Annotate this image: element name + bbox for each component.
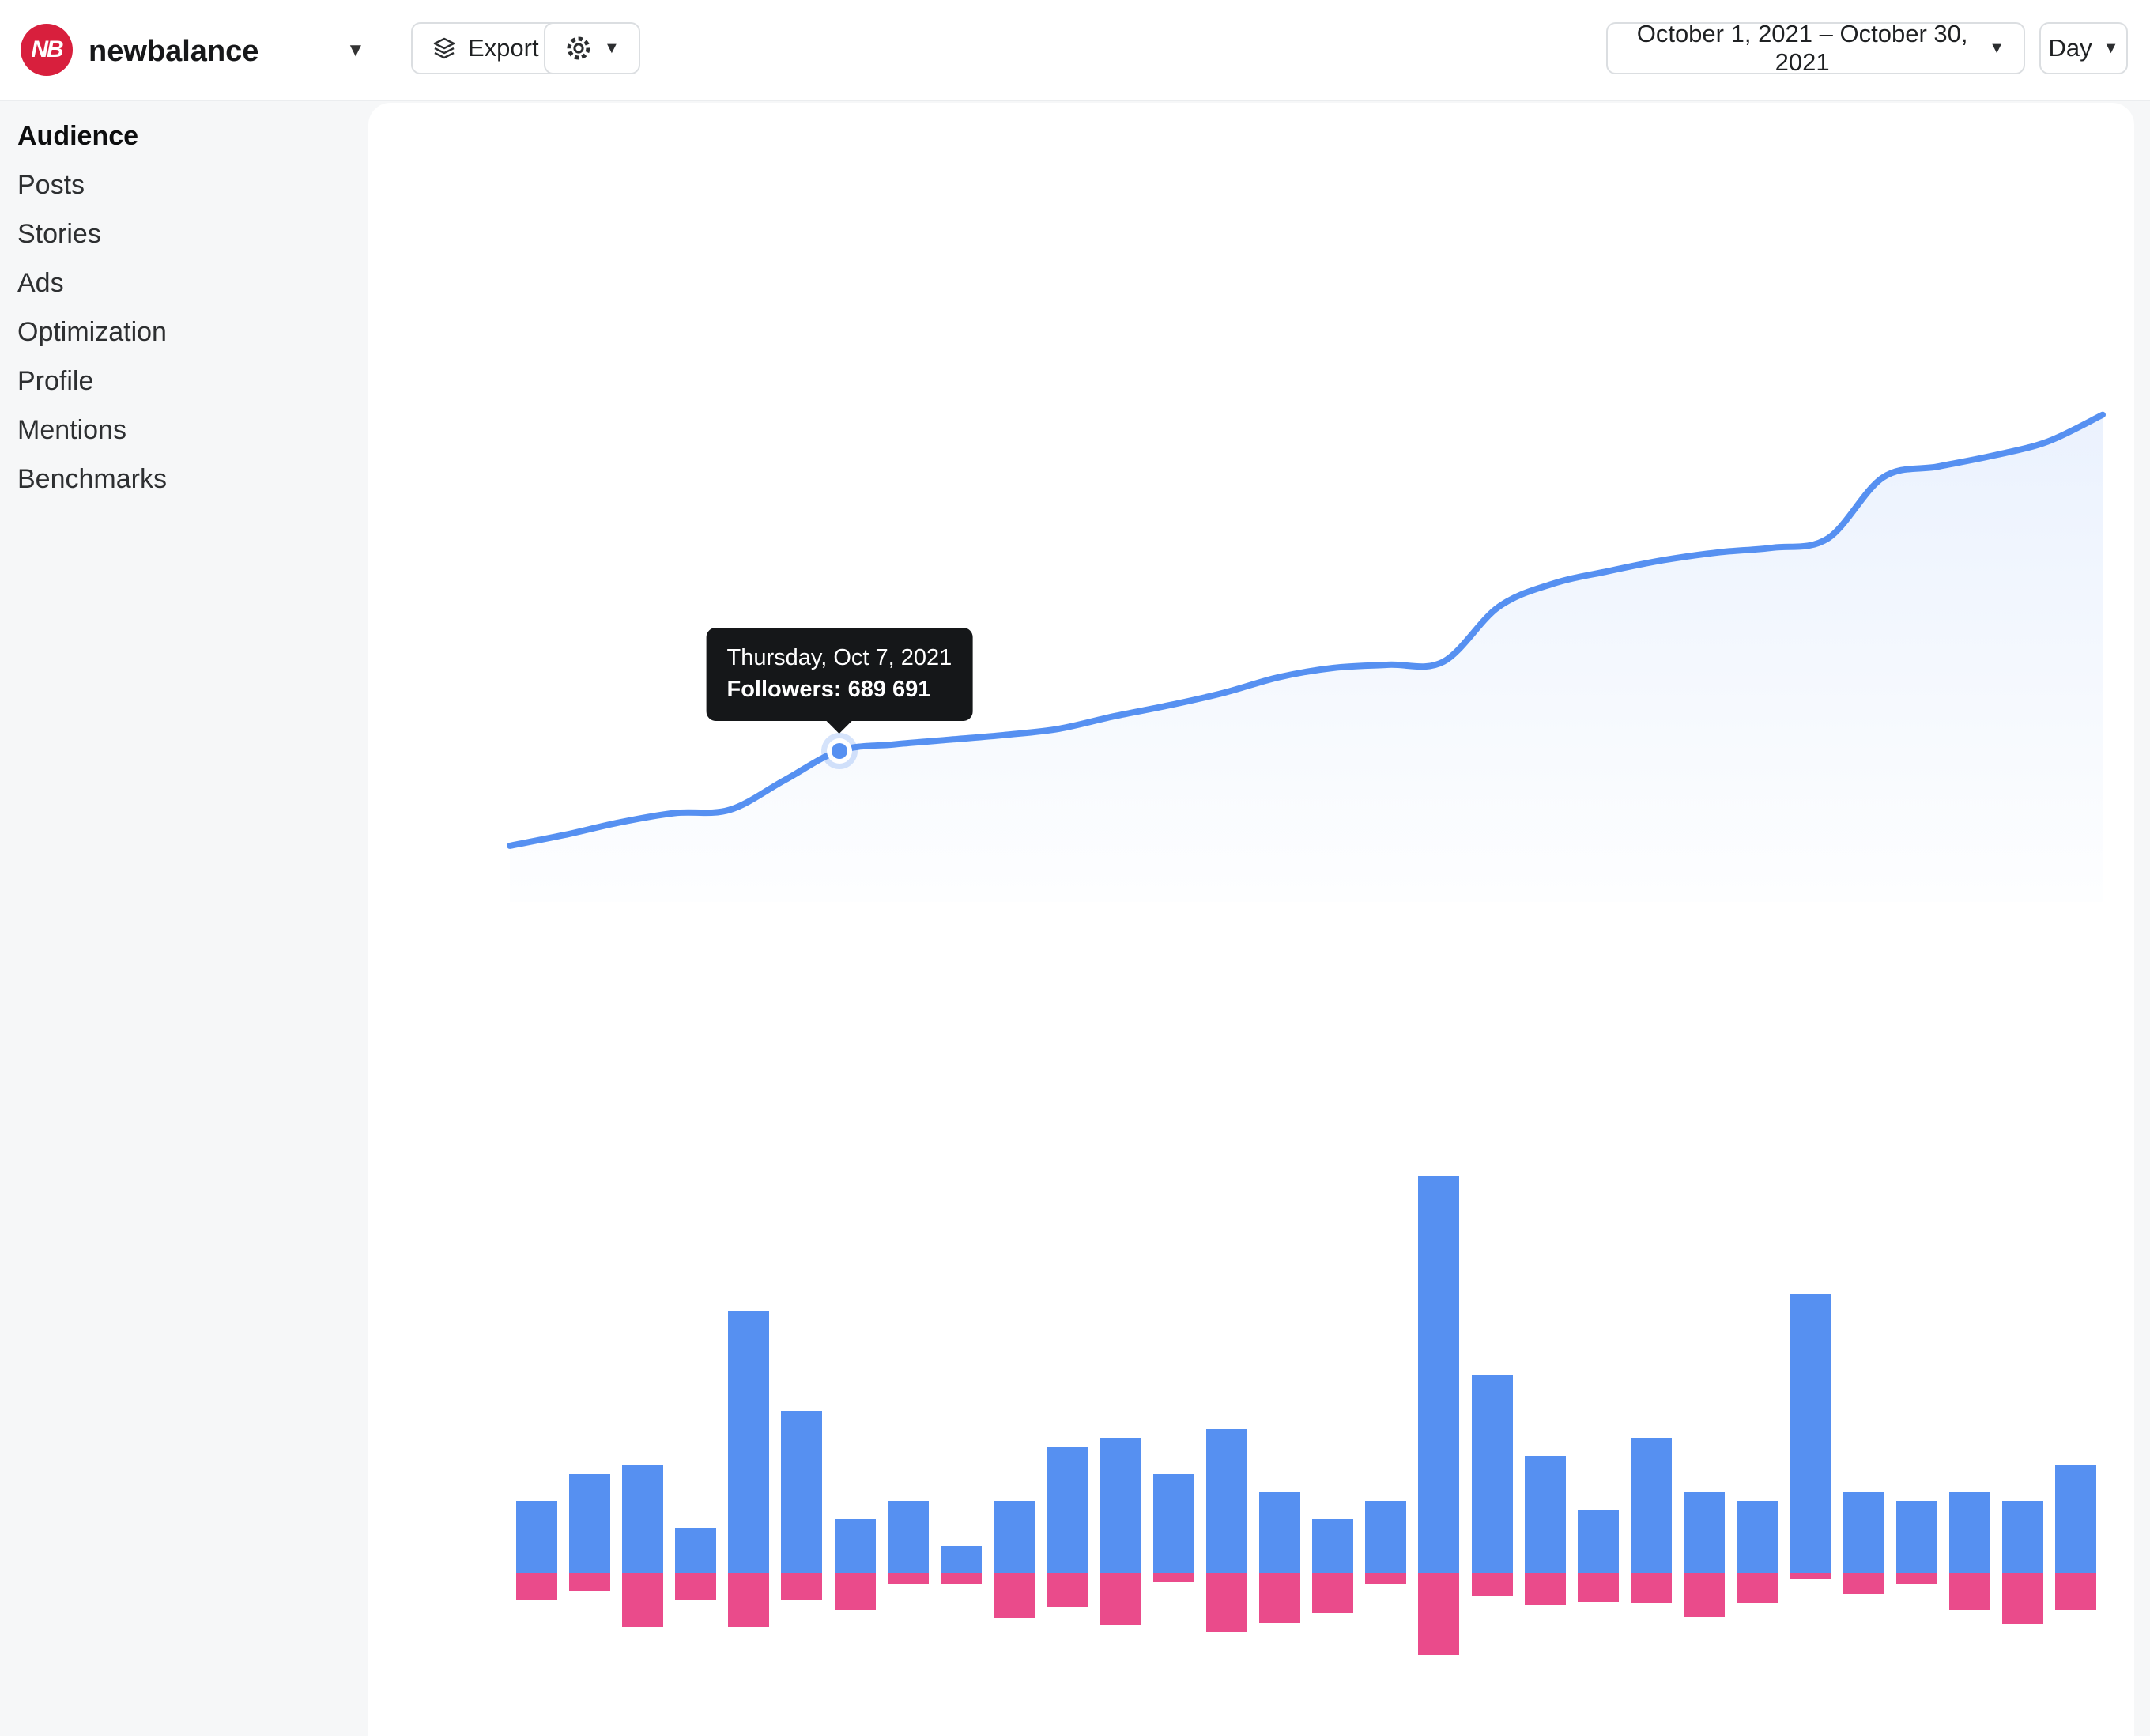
gained-bar[interactable]: [621, 1465, 663, 1573]
lost-bar[interactable]: [1524, 1573, 1566, 1605]
lost-bar[interactable]: [1047, 1573, 1088, 1608]
lost-bar[interactable]: [1205, 1573, 1247, 1632]
tooltip-value: Followers: 689 691: [726, 676, 931, 702]
gained-bar[interactable]: [1418, 1176, 1460, 1573]
date-range-label: October 1, 2021 – October 30, 2021: [1636, 20, 1968, 76]
lost-bar[interactable]: [1365, 1573, 1407, 1584]
gained-bar[interactable]: [1047, 1447, 1088, 1573]
gained-bar[interactable]: [2055, 1465, 2097, 1573]
highlight-point: [831, 742, 847, 759]
account-dropdown-caret[interactable]: ▼: [346, 40, 365, 62]
nb-logo-glyph: NB: [31, 36, 63, 62]
gained-bar[interactable]: [1471, 1375, 1513, 1573]
lost-bar[interactable]: [515, 1573, 557, 1601]
gained-bar[interactable]: [568, 1474, 610, 1573]
gained-bar[interactable]: [1365, 1500, 1407, 1573]
lost-bar[interactable]: [887, 1573, 929, 1584]
gained-bar[interactable]: [1684, 1492, 1726, 1573]
gained-bar[interactable]: [834, 1519, 876, 1573]
gear-icon: [567, 36, 590, 60]
granularity-caret-icon: ▼: [2103, 39, 2119, 57]
lost-bar[interactable]: [1843, 1573, 1884, 1594]
sidebar-item-audience[interactable]: Audience: [17, 119, 138, 153]
gained-bar[interactable]: [2002, 1500, 2044, 1573]
lost-bar[interactable]: [1895, 1573, 1937, 1584]
gained-bar[interactable]: [1843, 1492, 1884, 1573]
account-name: newbalance: [89, 35, 259, 68]
granularity-button[interactable]: Day ▼: [2039, 22, 2128, 74]
lost-bar[interactable]: [1418, 1573, 1460, 1655]
gained-bar[interactable]: [1895, 1500, 1937, 1573]
tooltip-date: Thursday, Oct 7, 2021: [726, 644, 952, 670]
gained-bar[interactable]: [1790, 1293, 1831, 1573]
sidebar-item-optimization[interactable]: Optimization: [17, 315, 167, 349]
gained-bar[interactable]: [1258, 1492, 1300, 1573]
gained-bar[interactable]: [728, 1311, 770, 1573]
lost-bar[interactable]: [2055, 1573, 2097, 1610]
top-bar: NB newbalance ▼ Export ▼ ▼ October 1, 20…: [0, 0, 2150, 101]
sidebar-item-stories[interactable]: Stories: [17, 217, 101, 251]
gained-bar[interactable]: [887, 1500, 929, 1573]
sidebar-item-mentions[interactable]: Mentions: [17, 413, 126, 447]
gained-bar[interactable]: [940, 1545, 982, 1573]
sidebar-item-ads[interactable]: Ads: [17, 266, 64, 300]
lost-bar[interactable]: [1312, 1573, 1354, 1614]
lost-bar[interactable]: [1100, 1573, 1141, 1625]
sidebar-item-profile[interactable]: Profile: [17, 364, 93, 398]
lost-bar[interactable]: [728, 1573, 770, 1628]
settings-button[interactable]: ▼: [544, 22, 640, 74]
lost-bar[interactable]: [994, 1573, 1035, 1618]
lost-bar[interactable]: [621, 1573, 663, 1628]
lost-bar[interactable]: [1737, 1573, 1778, 1603]
gained-bar[interactable]: [1949, 1492, 1991, 1573]
lost-bar[interactable]: [2002, 1573, 2044, 1624]
lost-bar[interactable]: [1684, 1573, 1726, 1617]
layers-icon: [433, 37, 455, 59]
lost-bar[interactable]: [834, 1573, 876, 1610]
granularity-label: Day: [2048, 34, 2092, 62]
gained-bar[interactable]: [1631, 1438, 1673, 1573]
newbalance-logo: NB: [21, 24, 73, 76]
gained-bar[interactable]: [1100, 1438, 1141, 1573]
gained-bar[interactable]: [1737, 1500, 1778, 1573]
lost-bar[interactable]: [1577, 1573, 1619, 1602]
lost-bar[interactable]: [781, 1573, 823, 1601]
gained-bar[interactable]: [1205, 1428, 1247, 1573]
gained-bar[interactable]: [1312, 1519, 1354, 1573]
gained-bar[interactable]: [675, 1528, 717, 1573]
date-range-button[interactable]: October 1, 2021 – October 30, 2021 ▼: [1606, 20, 2025, 76]
lost-bar[interactable]: [675, 1573, 717, 1601]
gained-bar[interactable]: [1152, 1474, 1194, 1573]
export-label: Export: [468, 34, 539, 62]
lost-bar[interactable]: [1258, 1573, 1300, 1623]
lost-bar[interactable]: [940, 1573, 982, 1584]
lost-bar[interactable]: [1949, 1573, 1991, 1610]
sidebar-item-benchmarks[interactable]: Benchmarks: [17, 462, 167, 496]
gained-bar[interactable]: [1577, 1510, 1619, 1573]
gained-bar[interactable]: [1524, 1455, 1566, 1573]
lost-bar[interactable]: [1471, 1573, 1513, 1596]
lost-bar[interactable]: [1631, 1573, 1673, 1603]
lost-bar[interactable]: [1152, 1573, 1194, 1583]
settings-caret-icon: ▼: [604, 39, 620, 57]
gained-bar[interactable]: [781, 1410, 823, 1573]
date-range-caret-icon: ▼: [1989, 39, 2005, 57]
gained-bar[interactable]: [515, 1500, 557, 1573]
lost-bar[interactable]: [1790, 1573, 1831, 1579]
lost-bar[interactable]: [568, 1573, 610, 1591]
chart-tooltip: Thursday, Oct 7, 2021 Followers: 689 691: [706, 627, 973, 721]
gained-bar[interactable]: [994, 1500, 1035, 1573]
sidebar-item-posts[interactable]: Posts: [17, 168, 85, 202]
